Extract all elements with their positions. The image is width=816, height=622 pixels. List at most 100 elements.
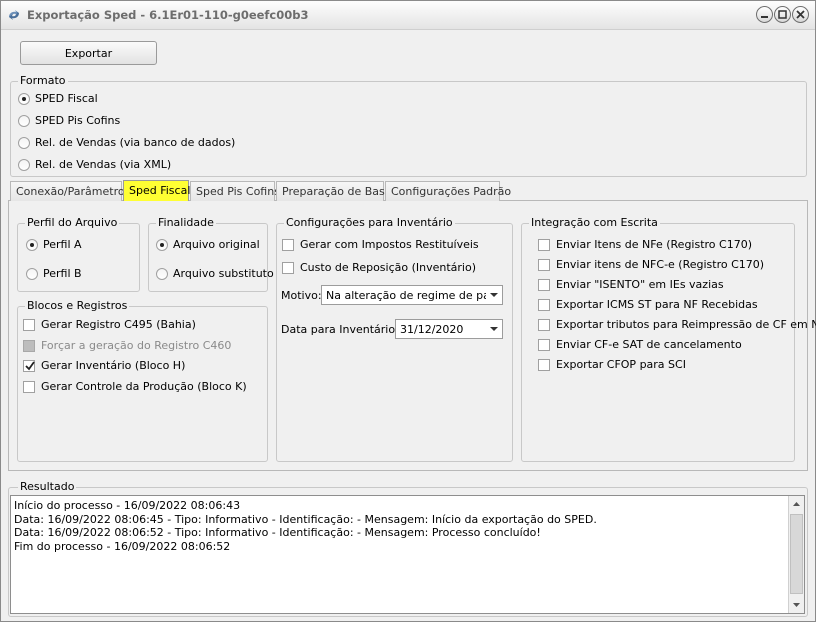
export-sped-window: Exportação Sped - 6.1Er01-110-g0eefc00b3… <box>0 0 816 622</box>
close-button[interactable] <box>792 6 809 23</box>
radio-label: Perfil B <box>43 267 82 280</box>
checkbox-label: Exportar ICMS ST para NF Recebidas <box>556 298 758 311</box>
resultado-legend: Resultado <box>18 480 77 493</box>
scroll-thumb[interactable] <box>790 514 803 594</box>
tab-configuracoes-padrao[interactable]: Configurações Padrão <box>385 181 511 201</box>
finalidade-group <box>148 223 268 292</box>
data-inventario-picker[interactable]: 31/12/2020 <box>395 319 503 339</box>
radio-label: Arquivo substituto <box>173 267 274 280</box>
radio-label: SPED Pis Cofins <box>35 114 121 127</box>
vertical-scrollbar[interactable] <box>788 496 804 613</box>
perfil-b-radio[interactable]: Perfil B <box>26 267 82 280</box>
formato-sped-fiscal-radio[interactable]: SPED Fiscal <box>18 92 98 105</box>
custo-reposicao-checkbox[interactable]: Custo de Reposição (Inventário) <box>282 261 476 274</box>
radio-label: SPED Fiscal <box>35 92 98 105</box>
formato-rel-vendas-banco-radio[interactable]: Rel. de Vendas (via banco de dados) <box>18 136 235 149</box>
checkbox-label: Enviar "ISENTO" em IEs vazias <box>556 278 724 291</box>
checkbox-label: Forçar a geração do Registro C460 <box>41 339 232 352</box>
checkbox-label: Enviar itens de NFC-e (Registro C170) <box>556 258 765 271</box>
checkbox-box <box>538 258 550 271</box>
formato-legend: Formato <box>18 74 68 87</box>
checkbox-box <box>282 261 294 274</box>
checkbox-label: Enviar CF-e SAT de cancelamento <box>556 338 742 351</box>
window-title: Exportação Sped - 6.1Er01-110-g0eefc00b3 <box>27 8 309 22</box>
arquivo-original-radio[interactable]: Arquivo original <box>156 238 260 251</box>
enviar-itens-nfe-checkbox[interactable]: Enviar Itens de NFe (Registro C170) <box>538 238 752 251</box>
log-line: Data: 16/09/2022 08:06:45 - Tipo: Inform… <box>14 512 597 526</box>
chevron-down-icon <box>486 320 502 338</box>
enviar-itens-nfce-checkbox[interactable]: Enviar itens de NFC-e (Registro C170) <box>538 258 764 271</box>
enviar-isento-checkbox[interactable]: Enviar "ISENTO" em IEs vazias <box>538 278 724 291</box>
checkbox-box <box>538 238 550 251</box>
log-lines: Início do processo - 16/09/2022 08:06:43… <box>14 499 597 553</box>
radio-indicator <box>18 114 30 127</box>
checkbox-box <box>538 278 550 291</box>
checkbox-box <box>538 298 550 311</box>
checkbox-box <box>538 338 550 351</box>
gerar-controle-producao-checkbox[interactable]: Gerar Controle da Produção (Bloco K) <box>23 380 247 393</box>
tab-sped-pis-cofins[interactable]: Sped Pis Cofins <box>190 181 280 201</box>
finalidade-legend: Finalidade <box>156 216 216 229</box>
close-icon <box>796 10 805 19</box>
enviar-cfe-sat-checkbox[interactable]: Enviar CF-e SAT de cancelamento <box>538 338 742 351</box>
radio-indicator <box>156 267 168 280</box>
scroll-up-icon[interactable] <box>790 498 803 511</box>
checkbox-label: Gerar Registro C495 (Bahia) <box>41 318 196 331</box>
inventario-legend: Configurações para Inventário <box>284 216 455 229</box>
title-bar[interactable]: Exportação Sped - 6.1Er01-110-g0eefc00b3 <box>1 1 815 30</box>
perfil-a-radio[interactable]: Perfil A <box>26 238 82 251</box>
log-line: Início do processo - 16/09/2022 08:06:43 <box>14 499 241 512</box>
formato-sped-pis-cofins-radio[interactable]: SPED Pis Cofins <box>18 114 120 127</box>
checkbox-box <box>23 380 35 393</box>
radio-indicator <box>18 158 30 171</box>
gerar-impostos-restituiveis-checkbox[interactable]: Gerar com Impostos Restituíveis <box>282 238 479 251</box>
tab-conexao-parametros[interactable]: Conexão/Parâmetros <box>10 181 130 201</box>
gerar-inventario-checkbox[interactable]: Gerar Inventário (Bloco H) <box>23 359 185 372</box>
integracao-legend: Integração com Escrita <box>529 216 660 229</box>
tab-sped-fiscal[interactable]: Sped Fiscal <box>123 180 190 201</box>
motivo-value: Na alteração de regime de pagam <box>326 289 486 302</box>
checkbox-label: Enviar Itens de NFe (Registro C170) <box>556 238 753 251</box>
checkbox-label: Gerar com Impostos Restituíveis <box>300 238 479 251</box>
exportar-cfop-sci-checkbox[interactable]: Exportar CFOP para SCI <box>538 358 686 371</box>
checkbox-box <box>23 318 35 331</box>
radio-label: Rel. de Vendas (via XML) <box>35 158 172 171</box>
export-button[interactable]: Exportar <box>20 41 157 65</box>
inventario-group <box>276 223 513 462</box>
exportar-tributos-reimpressao-checkbox[interactable]: Exportar tributos para Reimpressão de CF… <box>538 318 816 331</box>
checkbox-label: Gerar Inventário (Bloco H) <box>41 359 186 372</box>
checkbox-label: Custo de Reposição (Inventário) <box>300 261 477 274</box>
radio-label: Perfil A <box>43 238 82 251</box>
perfil-legend: Perfil do Arquivo <box>25 216 120 229</box>
app-icon <box>7 8 21 22</box>
radio-indicator <box>18 136 30 149</box>
minimize-button[interactable] <box>756 6 773 23</box>
checkbox-box <box>538 358 550 371</box>
checkbox-label: Exportar CFOP para SCI <box>556 358 686 371</box>
checkbox-box <box>538 318 550 331</box>
perfil-group <box>17 223 140 292</box>
blocos-legend: Blocos e Registros <box>25 299 130 312</box>
radio-indicator <box>18 92 30 105</box>
radio-indicator <box>156 238 168 251</box>
forcar-c460-checkbox[interactable]: Forçar a geração do Registro C460 <box>23 339 231 352</box>
maximize-icon <box>778 10 787 19</box>
checkmark-icon <box>25 360 35 370</box>
checkbox-box <box>23 359 35 372</box>
radio-label: Arquivo original <box>173 238 260 251</box>
log-line: Data: 16/09/2022 08:06:52 - Tipo: Inform… <box>14 526 541 539</box>
scroll-down-icon[interactable] <box>790 598 803 611</box>
checkbox-label: Exportar tributos para Reimpressão de CF… <box>556 318 816 331</box>
maximize-button[interactable] <box>774 6 791 23</box>
gerar-c495-checkbox[interactable]: Gerar Registro C495 (Bahia) <box>23 318 196 331</box>
motivo-select[interactable]: Na alteração de regime de pagam <box>321 285 503 305</box>
radio-indicator <box>26 238 38 251</box>
checkbox-label: Gerar Controle da Produção (Bloco K) <box>41 380 247 393</box>
formato-rel-vendas-xml-radio[interactable]: Rel. de Vendas (via XML) <box>18 158 171 171</box>
tab-preparacao-base[interactable]: Preparação de Base <box>276 181 392 201</box>
arquivo-substituto-radio[interactable]: Arquivo substituto <box>156 267 274 280</box>
data-inventario-label: Data para Inventário: <box>281 323 399 336</box>
checkbox-box <box>23 339 35 352</box>
resultado-log[interactable]: Início do processo - 16/09/2022 08:06:43… <box>10 495 805 614</box>
exportar-icms-st-checkbox[interactable]: Exportar ICMS ST para NF Recebidas <box>538 298 758 311</box>
